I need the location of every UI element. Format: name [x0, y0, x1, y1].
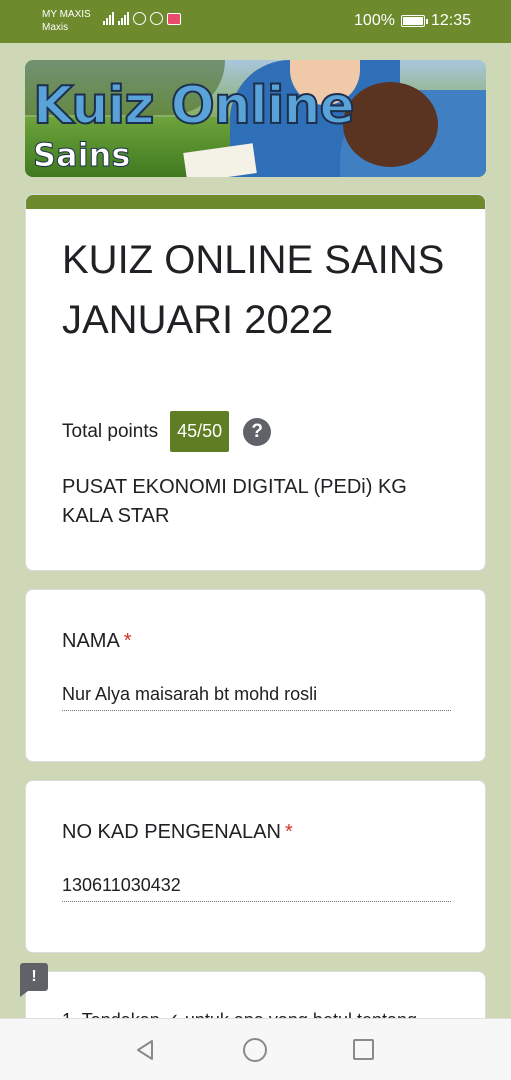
form-title: KUIZ ONLINE SAINS JANUARI 2022 — [62, 238, 445, 342]
card-accent-bar — [26, 195, 485, 209]
whatsapp-icon — [133, 12, 146, 25]
answer-text: 130611030432 — [62, 875, 181, 895]
status-icons — [103, 12, 181, 25]
banner-child-two-head — [343, 82, 438, 167]
signal-icon — [103, 12, 114, 25]
question-title: NAMA — [62, 630, 120, 652]
question-title: NO KAD PENGENALAN — [62, 821, 281, 843]
answer-underline — [62, 710, 451, 711]
answer-text: Nur Alya maisarah bt mohd rosli — [62, 684, 318, 704]
score-badge: 45/50 — [170, 411, 230, 452]
status-bar: MY MAXIS Maxis 100% 12:35 — [0, 0, 511, 43]
required-asterisk: * — [284, 821, 293, 843]
battery-percent: 100% — [354, 12, 395, 29]
carrier-sub: Maxis — [42, 22, 69, 33]
status-right: 100% 12:35 — [354, 12, 471, 30]
home-icon[interactable] — [243, 1038, 267, 1062]
system-nav-bar — [0, 1018, 511, 1080]
banner-subtitle: Sains — [32, 136, 131, 175]
chrome-icon — [150, 12, 163, 25]
clock: 12:35 — [430, 12, 471, 29]
question-card-ic-number: NO KAD PENGENALAN * 130611030432 — [25, 780, 486, 953]
form-description: PUSAT EKONOMI DIGITAL (PEDi) KG KALA STA… — [62, 476, 407, 527]
required-asterisk: * — [123, 630, 132, 652]
total-points-row: Total points 45/50 ? — [62, 411, 272, 452]
battery-icon — [400, 15, 428, 27]
question-label: NO KAD PENGENALAN * — [62, 821, 293, 844]
banner-title: Kuiz Online — [32, 76, 356, 136]
total-points-label: Total points — [62, 420, 159, 442]
form-header-card: KUIZ ONLINE SAINS JANUARI 2022 Total poi… — [25, 194, 486, 571]
answer-underline — [62, 901, 451, 902]
signal-4g-icon — [118, 12, 129, 25]
question-card-nama: NAMA * Nur Alya maisarah bt mohd rosli — [25, 589, 486, 762]
recent-apps-icon[interactable] — [353, 1039, 374, 1060]
feedback-icon[interactable]: ! — [20, 963, 48, 997]
header-banner-image: Kuiz Online Sains — [25, 60, 486, 177]
carrier-info: MY MAXIS Maxis — [42, 8, 91, 34]
back-icon[interactable] — [134, 1038, 158, 1062]
carrier-name: MY MAXIS — [42, 9, 91, 20]
app-notification-icon — [167, 12, 181, 25]
question-label: NAMA * — [62, 630, 132, 653]
help-icon[interactable]: ? — [243, 417, 272, 446]
